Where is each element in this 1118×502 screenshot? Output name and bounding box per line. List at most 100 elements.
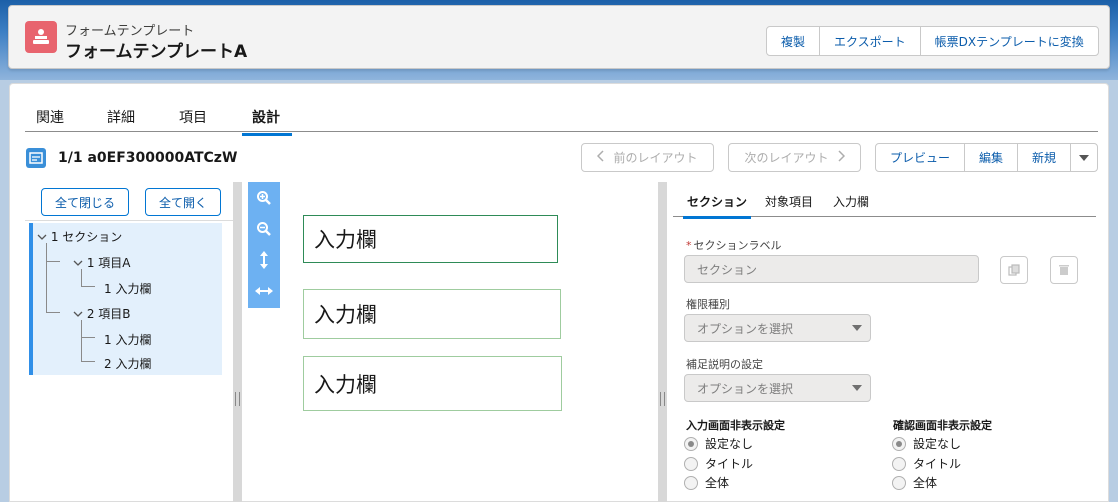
radio-label: 設定なし <box>705 437 754 451</box>
confirm-hide-option-none[interactable]: 設定なし <box>892 435 961 452</box>
horizontal-resize-icon[interactable] <box>254 281 274 301</box>
canvas-input-field[interactable]: 入力欄 <box>303 215 558 263</box>
canvas-input-field[interactable]: 入力欄 <box>303 289 561 339</box>
tree-item-section-1[interactable]: 1 セクション <box>37 228 122 245</box>
tree-connector <box>46 243 47 312</box>
new-button[interactable]: 新規 <box>1018 144 1072 171</box>
tree-item-input-a1[interactable]: 1 入力欄 <box>104 280 151 297</box>
clone-button[interactable]: 複製 <box>767 27 821 55</box>
property-tabs: セクション 対象項目 入力欄 <box>673 187 1096 219</box>
radio-label: タイトル <box>705 457 754 471</box>
radio-icon <box>892 456 906 471</box>
supplement-label: 補足説明の設定 <box>686 358 763 371</box>
section-label-input[interactable]: セクション <box>684 255 979 283</box>
tree-connector <box>81 361 95 362</box>
input-hide-option-none[interactable]: 設定なし <box>684 435 753 452</box>
radio-label: 全体 <box>913 476 938 490</box>
zoom-toolbar <box>248 182 280 308</box>
tree-item-input-b1[interactable]: 1 入力欄 <box>104 331 151 348</box>
dropdown-arrow-icon <box>852 385 862 391</box>
radio-label: 設定なし <box>913 437 962 451</box>
radio-selected-icon <box>892 436 906 451</box>
tree-node-label: 2 項目B <box>86 307 131 321</box>
tab-design[interactable]: 設計 <box>242 107 292 136</box>
confirm-hide-option-all[interactable]: 全体 <box>892 474 937 491</box>
chevron-right-icon <box>837 150 845 165</box>
prev-layout-label: 前のレイアウト <box>613 151 698 165</box>
chevron-left-icon <box>597 150 605 165</box>
record-tabs: 関連 詳細 項目 設計 <box>25 102 1098 136</box>
export-button[interactable]: エクスポート <box>820 27 921 55</box>
tree-divider <box>25 220 234 221</box>
copy-button[interactable] <box>1000 256 1028 284</box>
drag-handle-icon <box>660 392 665 406</box>
radio-label: 全体 <box>705 476 730 490</box>
input-hide-title: 入力画面非表示設定 <box>686 419 785 432</box>
record-header: フォームテンプレート フォームテンプレートA 複製 エクスポート 帳票DXテンプ… <box>8 5 1110 69</box>
left-splitter[interactable] <box>233 182 242 502</box>
more-actions-button[interactable] <box>1071 144 1097 171</box>
input-hide-option-all[interactable]: 全体 <box>684 474 729 491</box>
edit-button[interactable]: 編集 <box>965 144 1019 171</box>
vertical-resize-icon[interactable] <box>254 250 274 270</box>
supplement-select[interactable]: オプションを選択 <box>684 374 871 402</box>
tree-item-input-b2[interactable]: 2 入力欄 <box>104 355 151 372</box>
chevron-down-icon <box>37 234 47 240</box>
radio-icon <box>684 456 698 471</box>
dropdown-arrow-icon <box>1079 154 1090 161</box>
right-splitter[interactable] <box>658 182 667 502</box>
tree-node-label: 1 項目A <box>86 256 131 270</box>
tree-connector <box>81 286 95 287</box>
main-card: 関連 詳細 項目 設計 1/1 a0EF300000ATCzW 前のレイアウト … <box>9 83 1109 502</box>
record-title: フォームテンプレートA <box>65 42 248 62</box>
zoom-in-icon[interactable] <box>254 188 274 208</box>
tab-details[interactable]: 詳細 <box>107 107 135 133</box>
chevron-down-icon <box>73 260 83 266</box>
radio-label: タイトル <box>913 457 962 471</box>
tab-target-field[interactable]: 対象項目 <box>765 193 813 216</box>
chevron-down-icon <box>73 311 83 317</box>
layout-action-group: プレビュー 編集 新規 <box>875 143 1099 172</box>
tree-connector <box>81 269 82 286</box>
convert-template-button[interactable]: 帳票DXテンプレートに変換 <box>921 27 1098 55</box>
radio-icon <box>892 475 906 490</box>
tree-connector <box>46 312 60 313</box>
preview-button[interactable]: プレビュー <box>876 144 966 171</box>
confirm-hide-option-title[interactable]: タイトル <box>892 455 961 472</box>
section-label-label: * セクションラベル <box>686 237 782 253</box>
radio-icon <box>684 475 698 490</box>
canvas-input-field[interactable]: 入力欄 <box>303 356 562 411</box>
tree-connector <box>46 261 60 262</box>
tab-input-field[interactable]: 入力欄 <box>833 193 869 216</box>
tree-panel: 全て閉じる 全て開く 1 セクション 1 項目A 1 入力欄 2 項目B 1 入… <box>25 182 234 502</box>
expand-all-button[interactable]: 全て開く <box>145 188 221 216</box>
collapse-all-button[interactable]: 全て閉じる <box>41 188 129 216</box>
tree-connector <box>81 320 82 361</box>
delete-button[interactable] <box>1050 256 1078 284</box>
tree-view: 1 セクション 1 項目A 1 入力欄 2 項目B 1 入力欄 2 入力欄 <box>29 223 222 375</box>
tab-section[interactable]: セクション <box>683 193 752 219</box>
drag-handle-icon <box>235 392 240 406</box>
tree-node-label: 1 セクション <box>50 230 123 244</box>
permission-label: 権限種別 <box>686 298 730 311</box>
input-hide-option-title[interactable]: タイトル <box>684 455 753 472</box>
tree-connector <box>81 337 95 338</box>
zoom-out-icon[interactable] <box>254 219 274 239</box>
prev-layout-button[interactable]: 前のレイアウト <box>581 143 714 172</box>
select-placeholder: オプションを選択 <box>697 321 794 336</box>
confirm-hide-title: 確認画面非表示設定 <box>893 419 992 432</box>
copy-icon <box>1008 264 1020 276</box>
next-layout-button[interactable]: 次のレイアウト <box>728 143 861 172</box>
tab-fields[interactable]: 項目 <box>179 107 207 133</box>
layout-record-id: 1/1 a0EF300000ATCzW <box>58 150 238 166</box>
app-form-icon <box>25 21 57 53</box>
dropdown-arrow-icon <box>852 325 862 331</box>
record-icon <box>26 148 46 168</box>
radio-selected-icon <box>684 436 698 451</box>
tab-related[interactable]: 関連 <box>36 107 64 133</box>
header-action-group: 複製 エクスポート 帳票DXテンプレートに変換 <box>766 26 1099 56</box>
permission-select[interactable]: オプションを選択 <box>684 314 871 342</box>
select-placeholder: オプションを選択 <box>697 381 794 396</box>
field-label-text: セクションラベル <box>693 239 782 252</box>
next-layout-label: 次のレイアウト <box>744 151 829 165</box>
